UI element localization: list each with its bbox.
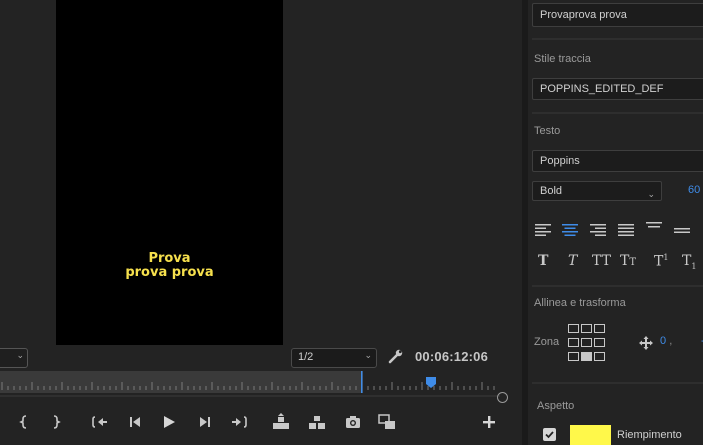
mark-in-icon[interactable] xyxy=(14,411,36,433)
position-separator: , xyxy=(669,335,673,347)
align-transform-label: Allinea e trasforma xyxy=(534,297,626,309)
scrollbar-handle[interactable] xyxy=(497,392,508,403)
align-center-icon[interactable] xyxy=(561,223,579,237)
caption-line-1: Prova xyxy=(148,251,191,266)
playhead-timecode[interactable]: 00:06:12:06 xyxy=(415,349,488,364)
position-x-number: 0 xyxy=(660,335,667,347)
all-caps-icon[interactable]: TT xyxy=(592,253,611,269)
mark-out-icon[interactable] xyxy=(44,411,66,433)
insert-icon[interactable] xyxy=(376,411,398,433)
align-left-icon[interactable] xyxy=(534,223,552,237)
playhead-marker[interactable] xyxy=(425,377,437,389)
step-forward-icon[interactable] xyxy=(194,411,216,433)
in-point-marker[interactable] xyxy=(361,371,364,393)
faux-bold-icon[interactable]: T xyxy=(538,253,548,269)
zone-label: Zona xyxy=(534,336,560,348)
move-icon[interactable] xyxy=(638,335,654,351)
align-middle-icon[interactable] xyxy=(673,223,691,237)
appearance-label: Aspetto xyxy=(537,400,575,412)
justify-icon[interactable] xyxy=(617,223,635,237)
section-divider xyxy=(532,285,703,287)
caption-line-2: prova prova xyxy=(125,265,214,280)
add-button-icon[interactable] xyxy=(478,411,500,433)
go-to-in-icon[interactable] xyxy=(89,411,111,433)
small-caps-icon[interactable]: TT xyxy=(620,253,636,269)
chevron-down-icon: ⌄ xyxy=(16,351,24,361)
chevron-down-icon: ⌄ xyxy=(364,351,372,361)
caption-text[interactable]: Prova prova prova xyxy=(56,252,283,280)
step-back-icon[interactable] xyxy=(124,411,146,433)
font-weight-value: Bold xyxy=(540,185,563,197)
zoom-scrollbar[interactable] xyxy=(0,395,500,397)
text-section-label: Testo xyxy=(534,125,561,137)
align-top-icon[interactable] xyxy=(645,221,663,235)
resolution-dropdown[interactable]: 1/2 ⌄ xyxy=(291,348,377,368)
wrench-icon[interactable] xyxy=(388,348,404,364)
fill-color-swatch[interactable] xyxy=(570,425,611,445)
font-size-value[interactable]: 60 xyxy=(688,184,700,196)
section-divider xyxy=(532,38,703,40)
font-weight-dropdown[interactable]: Bold ⌄ xyxy=(532,181,662,201)
text-content-field[interactable]: Provaprova prova xyxy=(532,3,703,27)
align-right-icon[interactable] xyxy=(589,223,607,237)
go-to-out-icon[interactable] xyxy=(228,411,250,433)
play-icon[interactable] xyxy=(158,411,180,433)
faux-italic-icon[interactable]: T xyxy=(568,253,577,269)
superscript-icon[interactable]: T1 xyxy=(654,253,668,270)
video-preview[interactable] xyxy=(56,0,283,345)
section-divider xyxy=(532,382,703,384)
font-family-dropdown[interactable]: Poppins xyxy=(532,150,703,172)
extract-icon[interactable] xyxy=(306,411,328,433)
lift-icon[interactable] xyxy=(270,411,292,433)
track-style-dropdown[interactable]: POPPINS_EDITED_DEF xyxy=(532,78,703,100)
section-divider xyxy=(532,112,703,114)
track-style-label: Stile traccia xyxy=(534,53,591,65)
position-x-value[interactable]: 0 , xyxy=(660,335,672,347)
chevron-down-icon: ⌄ xyxy=(647,189,655,199)
resolution-value: 1/2 xyxy=(298,351,314,363)
zoom-dropdown[interactable]: ⌄ xyxy=(0,348,28,368)
fill-label: Riempimento xyxy=(617,429,682,441)
fill-checkbox[interactable] xyxy=(543,428,556,441)
export-frame-icon[interactable] xyxy=(342,411,364,433)
subscript-icon[interactable]: T1 xyxy=(682,253,696,271)
zone-alignment-grid[interactable] xyxy=(567,323,607,363)
